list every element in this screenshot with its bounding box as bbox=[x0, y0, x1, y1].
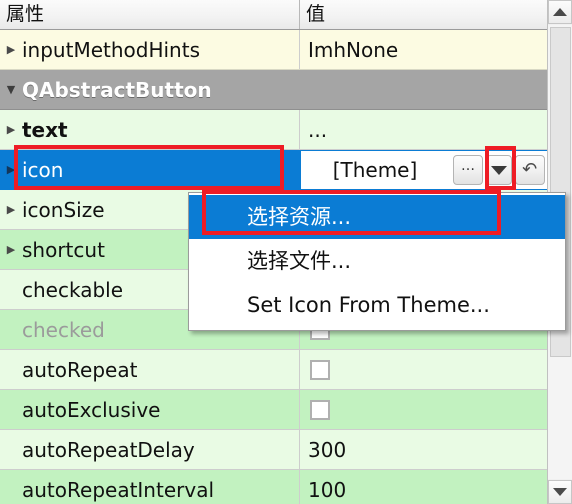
property-name-cell[interactable]: autoRepeatDelay bbox=[0, 430, 300, 469]
triangle-down-icon bbox=[553, 488, 567, 496]
icon-reset-button[interactable]: ↷ bbox=[515, 155, 545, 185]
property-value-cell[interactable]: ImhNone bbox=[300, 30, 547, 69]
checkbox[interactable] bbox=[310, 399, 330, 420]
property-row[interactable]: ▶ text... bbox=[0, 110, 547, 150]
property-row[interactable]: autoExclusive bbox=[0, 390, 547, 430]
icon-value-editor: [Theme]… ↷ bbox=[301, 151, 547, 189]
menu-item-select-file[interactable]: 选择文件... bbox=[189, 239, 565, 283]
property-row[interactable]: autoRepeat bbox=[0, 350, 547, 390]
property-name-label: text bbox=[22, 117, 68, 142]
property-value-cell[interactable]: 100 bbox=[300, 470, 547, 504]
expand-triangle-icon[interactable]: ▶ bbox=[0, 244, 22, 255]
menu-item-set-icon-from-theme[interactable]: Set Icon From Theme... bbox=[189, 283, 565, 327]
header-cell-value[interactable]: 值 bbox=[300, 0, 547, 29]
chevron-down-icon bbox=[491, 165, 507, 175]
property-value-label: ... bbox=[308, 117, 328, 142]
property-value-cell[interactable] bbox=[300, 350, 547, 389]
expand-triangle-icon[interactable]: ▶ bbox=[0, 124, 22, 135]
property-row[interactable]: ▶ inputMethodHints ImhNone bbox=[0, 30, 547, 70]
property-value-cell[interactable]: 300 bbox=[300, 430, 547, 469]
expand-triangle-icon[interactable]: ▶ bbox=[0, 204, 22, 215]
property-row[interactable]: ▼ QAbstractButton bbox=[0, 70, 547, 110]
property-name-label: checkable bbox=[22, 277, 124, 302]
scroll-down-button[interactable] bbox=[548, 480, 572, 504]
property-value-label: 300 bbox=[308, 437, 347, 462]
property-name-label: icon bbox=[22, 157, 64, 182]
property-name-label: checked bbox=[22, 317, 105, 342]
property-editor-panel: 属性 值 ▶ inputMethodHints ImhNone ▼ QAbstractB… bbox=[0, 0, 572, 504]
property-name-cell[interactable]: ▶ text bbox=[0, 110, 300, 149]
property-name-label: QAbstractButton bbox=[22, 77, 212, 102]
property-name-cell[interactable]: autoExclusive bbox=[0, 390, 300, 429]
property-row[interactable]: ▶ icon [Theme]… ↷ bbox=[0, 150, 547, 190]
property-name-label: autoRepeatInterval bbox=[22, 477, 215, 502]
icon-dropdown-button[interactable] bbox=[486, 155, 512, 185]
property-name-cell[interactable]: autoRepeat bbox=[0, 350, 300, 389]
property-name-label: autoRepeatDelay bbox=[22, 437, 195, 462]
property-name-label: iconSize bbox=[22, 197, 105, 222]
property-value-label: ImhNone bbox=[308, 37, 399, 62]
reset-arrow-icon: ↷ bbox=[522, 159, 538, 180]
property-row[interactable]: autoRepeatInterval 100 bbox=[0, 470, 547, 504]
property-value-cell[interactable]: ... bbox=[300, 110, 547, 149]
property-name-cell[interactable]: ▼ QAbstractButton bbox=[0, 70, 300, 109]
checkbox[interactable] bbox=[310, 359, 330, 380]
property-name-cell[interactable]: autoRepeatInterval bbox=[0, 470, 300, 504]
property-value-label: 100 bbox=[308, 477, 347, 502]
icon-browse-button[interactable]: … bbox=[453, 155, 483, 185]
menu-item-select-resource[interactable]: 选择资源... bbox=[189, 195, 565, 239]
icon-value-text[interactable]: [Theme] bbox=[301, 158, 453, 182]
property-name-cell[interactable]: ▶ inputMethodHints bbox=[0, 30, 300, 69]
collapse-triangle-icon[interactable]: ▼ bbox=[0, 84, 22, 95]
property-name-label: shortcut bbox=[22, 237, 105, 262]
property-name-label: autoExclusive bbox=[22, 397, 161, 422]
expand-triangle-icon[interactable]: ▶ bbox=[0, 164, 22, 175]
table-header: 属性 值 bbox=[0, 0, 547, 30]
scroll-up-button[interactable] bbox=[548, 0, 572, 24]
property-value-cell[interactable] bbox=[300, 390, 547, 429]
property-name-label: inputMethodHints bbox=[22, 37, 200, 62]
expand-triangle-icon[interactable]: ▶ bbox=[0, 44, 22, 55]
triangle-up-icon bbox=[553, 8, 567, 16]
property-row[interactable]: autoRepeatDelay 300 bbox=[0, 430, 547, 470]
property-name-cell[interactable]: ▶ icon bbox=[0, 150, 300, 189]
header-cell-property[interactable]: 属性 bbox=[0, 0, 300, 29]
property-name-label: autoRepeat bbox=[22, 357, 138, 382]
icon-context-menu: 选择资源... 选择文件... Set Icon From Theme... bbox=[188, 192, 566, 331]
